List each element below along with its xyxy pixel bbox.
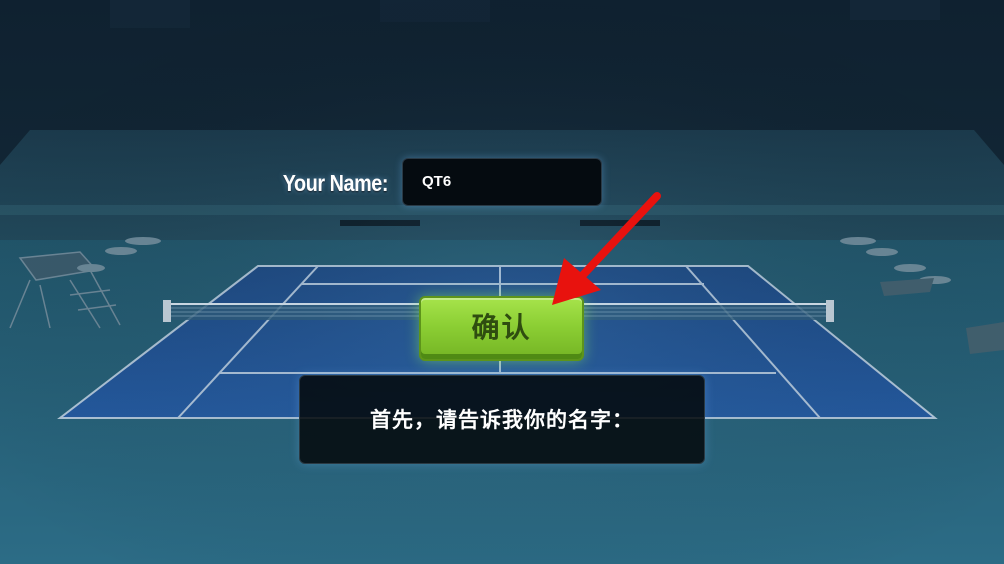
confirm-button[interactable]: 确认 [419, 296, 584, 361]
instruction-dialog: 首先，请告诉我你的名字： [299, 375, 705, 464]
tennis-court-background [0, 0, 1004, 564]
game-screen: Your Name: QT6 确认 首先，请告诉我你的名字： [0, 0, 1004, 564]
your-name-label: Your Name: [282, 170, 389, 196]
name-input-field[interactable]: QT6 [402, 158, 602, 206]
instruction-text: 首先，请告诉我你的名字： [370, 408, 634, 432]
